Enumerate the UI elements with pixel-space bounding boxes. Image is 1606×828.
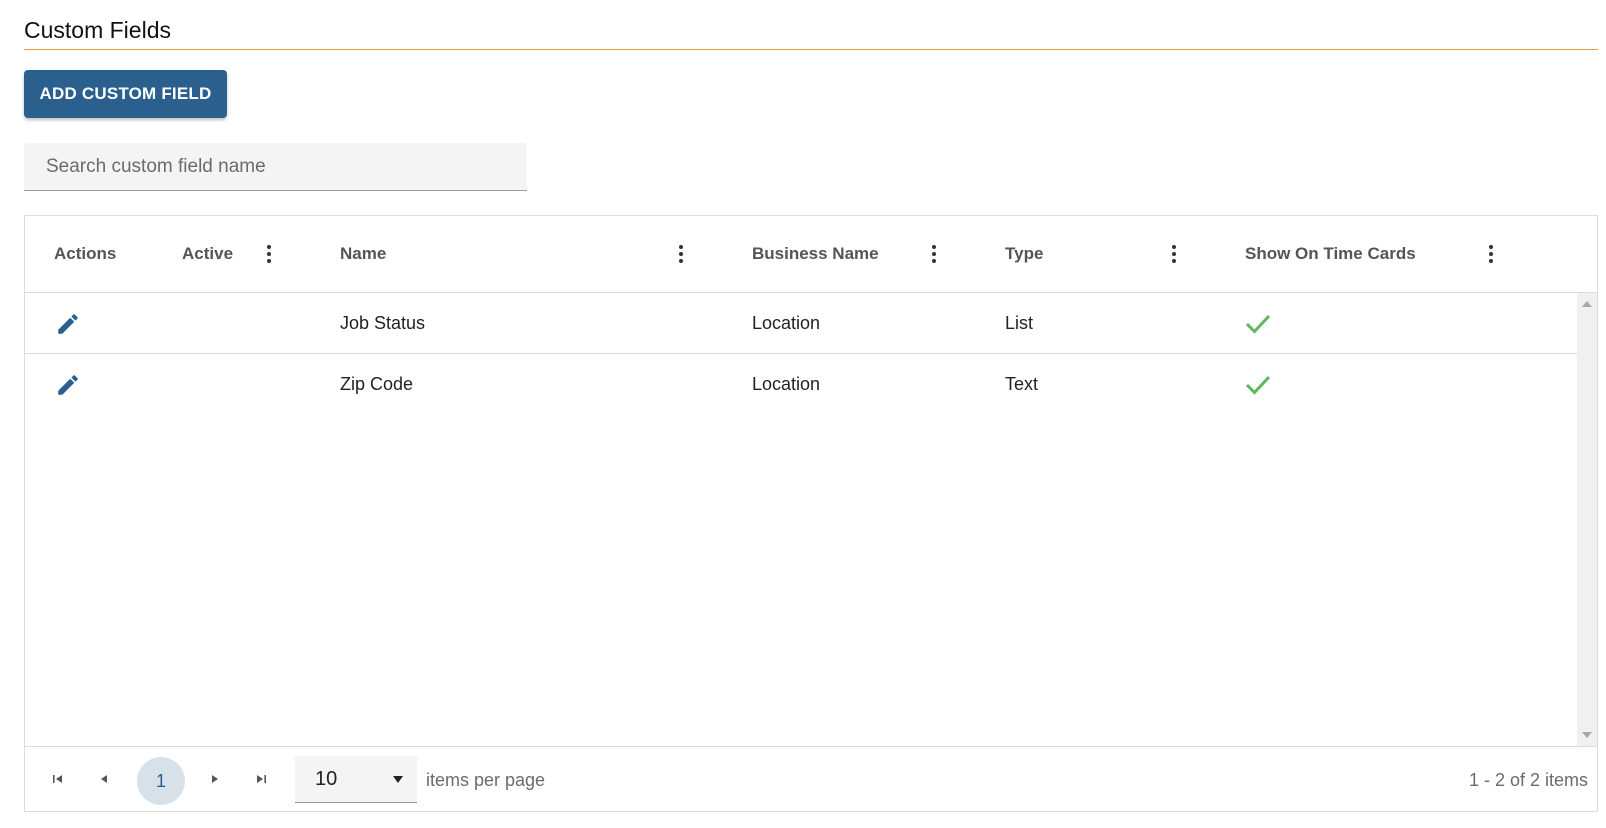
table-row[interactable]: Job Status Location List [25,293,1578,354]
column-header-show-on-time-cards[interactable]: Show On Time Cards [1245,216,1416,292]
search-field[interactable] [24,143,527,191]
page-size-select[interactable]: 10 [295,756,417,803]
cell-type: Text [1005,374,1039,394]
grid-header: Actions Active Name Business Name Type S… [25,216,1597,293]
column-header-name[interactable]: Name [340,216,386,292]
first-page-icon[interactable] [46,767,70,791]
title-divider [24,49,1598,50]
custom-fields-grid: Actions Active Name Business Name Type S… [24,215,1598,812]
pencil-icon[interactable] [55,372,81,398]
table-row[interactable]: Zip Code Location Text [25,354,1578,415]
grid-body: Job Status Location List Zip Code Locati… [25,293,1578,746]
add-custom-field-button[interactable]: ADD CUSTOM FIELD [24,70,227,118]
last-page-icon[interactable] [249,767,273,791]
cell-type: List [1005,313,1034,333]
check-icon [1245,374,1271,396]
page-number-button[interactable]: 1 [137,757,185,805]
cell-name: Job Status [340,313,426,333]
pager-info: 1 - 2 of 2 items [1468,770,1588,790]
pencil-icon[interactable] [55,311,81,337]
dropdown-caret-icon [393,776,403,783]
kebab-menu-icon[interactable] [263,244,275,264]
page-title: Custom Fields [24,17,171,43]
cell-name: Zip Code [340,374,414,394]
kebab-menu-icon[interactable] [675,244,687,264]
column-header-type[interactable]: Type [1005,216,1043,292]
next-page-icon[interactable] [203,767,227,791]
column-header-active[interactable]: Active [182,216,233,292]
kebab-menu-icon[interactable] [928,244,940,264]
pager: 1 10 items per page 1 - 2 of 2 items [25,746,1597,811]
check-icon [1245,313,1271,335]
scroll-up-arrow[interactable] [1582,301,1592,307]
cell-business-name: Location [752,313,821,333]
kebab-menu-icon[interactable] [1485,244,1497,264]
scroll-down-arrow[interactable] [1582,732,1592,738]
prev-page-icon[interactable] [92,767,116,791]
column-header-business-name[interactable]: Business Name [752,216,879,292]
page-size-value: 10 [315,768,338,790]
search-input[interactable] [24,143,527,190]
items-per-page-label: items per page [426,770,546,790]
column-header-actions[interactable]: Actions [54,216,116,292]
cell-business-name: Location [752,374,821,394]
kebab-menu-icon[interactable] [1168,244,1180,264]
vertical-scrollbar[interactable] [1577,293,1597,746]
